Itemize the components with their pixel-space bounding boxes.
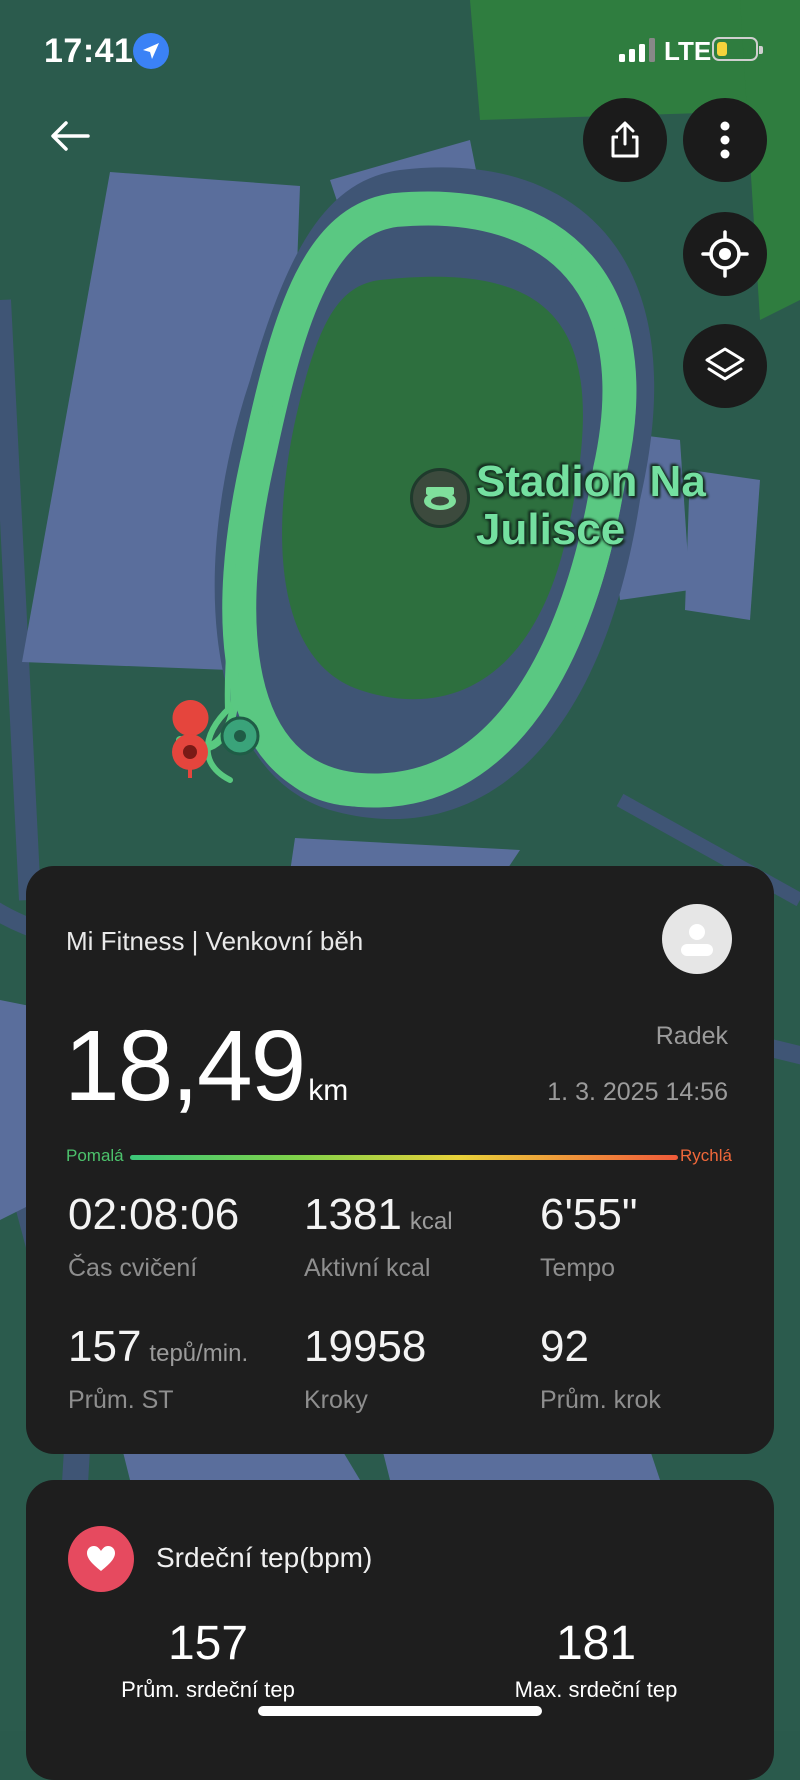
avg-heart-rate-value: 157	[167, 1617, 249, 1670]
status-time: 17:41	[44, 32, 134, 70]
arrow-left-icon	[51, 121, 90, 151]
stat-label: Prům. krok	[540, 1386, 661, 1414]
home-indicator[interactable]	[258, 1706, 542, 1716]
avg-heart-rate-label: Prům. srdeční tep	[121, 1677, 295, 1702]
crosshair-icon	[701, 230, 749, 278]
stat-label: Prům. ST	[68, 1386, 174, 1414]
battery-icon	[712, 37, 763, 61]
max-heart-rate-label: Max. srdeční tep	[514, 1677, 678, 1702]
stat-value: 1381	[304, 1190, 402, 1239]
stat-value: 19958	[304, 1322, 427, 1371]
stat-pace: 6'55" Tempo	[540, 1190, 637, 1283]
user-avatar-icon	[681, 924, 713, 956]
heart-rate-title: Srdeční tep(bpm)	[156, 1542, 373, 1573]
max-heart-rate-value: 181	[555, 1617, 637, 1670]
cellular-signal-icon	[619, 38, 655, 62]
stadium-name-line2: Julisce	[476, 505, 626, 554]
distance-value: 18,49	[64, 1010, 306, 1122]
max-heart-rate: 181 Max. srdeční tep	[446, 1616, 746, 1703]
workout-summary-card: Mi Fitness | Venkovní běh 18,49 km Radek …	[26, 866, 774, 1454]
network-type: LTE	[664, 36, 712, 66]
status-bar: 17:41 LTE	[0, 0, 800, 100]
stadium-icon	[410, 468, 470, 528]
stat-unit: kcal	[409, 1208, 453, 1235]
stat-value: 02:08:06	[68, 1190, 240, 1239]
stat-avg-heart-rate: 157 tepů/min. Prům. ST	[68, 1322, 248, 1415]
end-marker-icon	[220, 716, 260, 756]
stat-value: 92	[540, 1322, 589, 1371]
stat-label: Čas cvičení	[68, 1254, 198, 1282]
share-icon	[611, 121, 639, 158]
svg-text:VICE: VICE	[0, 110, 3, 185]
stat-value: 157	[68, 1322, 142, 1371]
stat-active-kcal: 1381 kcal Aktivní kcal	[304, 1190, 453, 1283]
user-name: Radek	[655, 1022, 728, 1050]
map-layers-button[interactable]	[683, 324, 767, 408]
stadium-name: Stadion Na Julisce	[476, 458, 706, 554]
stat-steps: 19958 Kroky	[304, 1322, 426, 1415]
more-vertical-icon	[720, 121, 730, 159]
speed-legend-slow: Pomalá	[66, 1146, 124, 1165]
stat-avg-cadence: 92 Prům. krok	[540, 1322, 661, 1415]
stat-value: 6'55"	[540, 1190, 638, 1239]
stat-duration: 02:08:06 Čas cvičení	[68, 1190, 239, 1283]
share-button[interactable]	[583, 98, 667, 182]
stat-label: Aktivní kcal	[304, 1254, 431, 1282]
avatar[interactable]	[662, 904, 732, 974]
speed-legend-fast: Rychlá	[680, 1146, 732, 1165]
avg-heart-rate: 157 Prům. srdeční tep	[58, 1616, 358, 1703]
back-button[interactable]	[48, 118, 104, 162]
heart-icon	[68, 1526, 134, 1592]
distance-unit: km	[308, 1074, 349, 1107]
stat-label: Kroky	[304, 1386, 368, 1414]
stadium-name-line1: Stadion Na	[476, 457, 706, 506]
workout-datetime: 1. 3. 2025 14:56	[547, 1078, 728, 1106]
layers-icon	[705, 347, 745, 381]
locate-button[interactable]	[683, 212, 767, 296]
heart-rate-card[interactable]: Srdeční tep(bpm) 157 Prům. srdeční tep 1…	[26, 1480, 774, 1780]
stat-unit: tepů/min.	[149, 1340, 249, 1367]
distance-display: 18,49 km	[64, 1016, 348, 1116]
location-arrow-icon	[133, 33, 169, 69]
stat-label: Tempo	[540, 1254, 616, 1282]
more-options-button[interactable]	[683, 98, 767, 182]
workout-title: Mi Fitness | Venkovní běh	[66, 926, 364, 956]
speed-gradient-bar	[130, 1155, 678, 1160]
